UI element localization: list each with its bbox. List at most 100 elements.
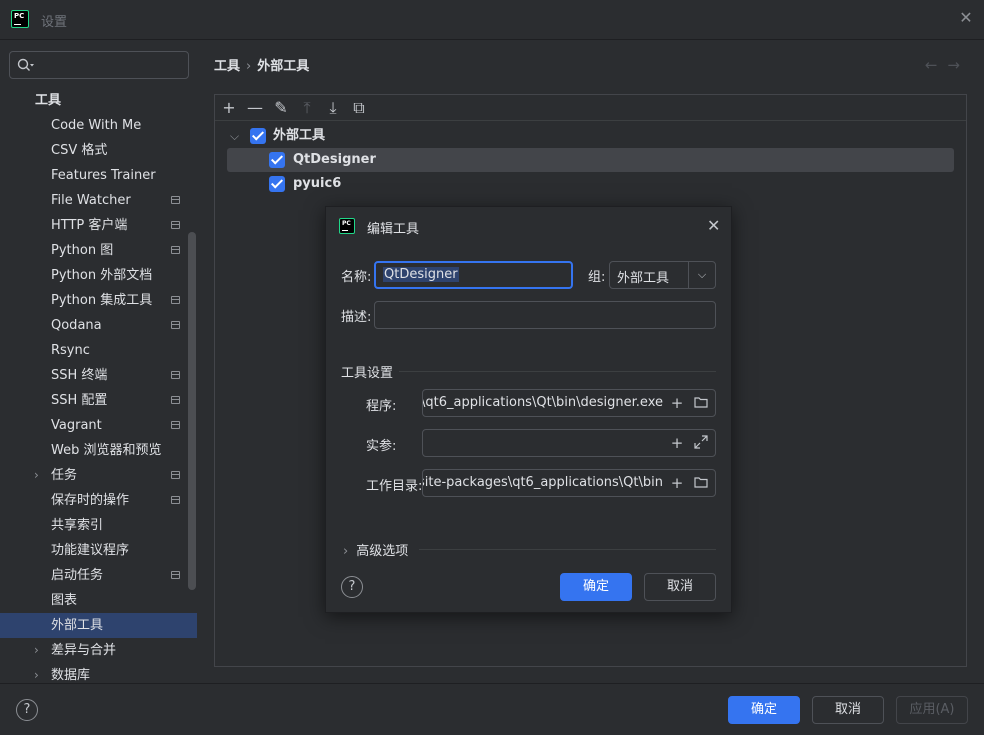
sidebar-item-label: Python 外部文档 bbox=[51, 268, 153, 283]
sidebar-item-label: 共享索引 bbox=[51, 518, 104, 533]
sidebar-item[interactable]: HTTP 客户端 bbox=[0, 213, 197, 238]
move-up-button[interactable]: ⤒ bbox=[297, 98, 317, 118]
chevron-right-icon[interactable]: › bbox=[34, 638, 39, 663]
chevron-right-icon: › bbox=[343, 544, 349, 559]
sidebar-item[interactable]: 功能建议程序 bbox=[0, 538, 197, 563]
insert-macro-icon[interactable]: + bbox=[669, 395, 685, 411]
browse-folder-icon[interactable] bbox=[693, 395, 709, 411]
tree-group-row[interactable]: ⌵ 外部工具 bbox=[215, 124, 515, 148]
chevron-down-icon[interactable]: ⌵ bbox=[694, 267, 710, 283]
sidebar-item-label: Rsync bbox=[51, 343, 90, 358]
sidebar-item[interactable]: SSH 终端 bbox=[0, 363, 197, 388]
pyuic6-checkbox[interactable] bbox=[269, 176, 285, 192]
edit-tool-dialog: PC 编辑工具 ✕ 名称: QtDesigner 组: 外部工具 ⌵ 描述: 工… bbox=[325, 206, 732, 613]
add-tool-button[interactable]: + bbox=[219, 98, 239, 118]
sidebar-item[interactable]: Web 浏览器和预览 bbox=[0, 438, 197, 463]
sidebar-item[interactable]: 启动任务 bbox=[0, 563, 197, 588]
cancel-button[interactable]: 取消 bbox=[812, 696, 884, 724]
title-bar: PC 设置 ✕ bbox=[0, 0, 984, 40]
dialog-ok-button[interactable]: 确定 bbox=[560, 573, 632, 601]
sidebar-item[interactable]: Python 外部文档 bbox=[0, 263, 197, 288]
description-label: 描述: bbox=[341, 310, 372, 325]
sidebar-item-label: SSH 终端 bbox=[51, 368, 108, 383]
sidebar-item[interactable]: Features Trainer bbox=[0, 163, 197, 188]
advanced-divider bbox=[419, 549, 716, 550]
window-close-icon[interactable]: ✕ bbox=[959, 10, 973, 26]
group-combobox[interactable]: 外部工具 ⌵ bbox=[609, 261, 716, 289]
sidebar-item-label: Code With Me bbox=[51, 118, 142, 133]
group-label: 组: bbox=[588, 270, 606, 285]
sidebar-item[interactable]: Qodana bbox=[0, 313, 197, 338]
workdir-input-clip: ɔ\site-packages\qt6_applications\Qt\bin bbox=[423, 470, 665, 496]
project-level-icon bbox=[171, 396, 180, 404]
sidebar-item[interactable]: Python 图 bbox=[0, 238, 197, 263]
program-input[interactable]: es\qt6_applications\Qt\bin\designer.exe … bbox=[422, 389, 716, 417]
forward-arrow-icon[interactable]: → bbox=[947, 56, 970, 74]
dialog-close-icon[interactable]: ✕ bbox=[707, 218, 721, 234]
sidebar-item[interactable]: Python 集成工具 bbox=[0, 288, 197, 313]
insert-macro-icon[interactable]: + bbox=[669, 435, 685, 451]
sidebar-item[interactable]: Rsync bbox=[0, 338, 197, 363]
sidebar-item[interactable]: 图表 bbox=[0, 588, 197, 613]
description-input[interactable] bbox=[374, 301, 716, 329]
sidebar-item-label: Vagrant bbox=[51, 418, 102, 433]
project-level-icon bbox=[171, 571, 180, 579]
sidebar-item[interactable]: 外部工具 bbox=[0, 613, 197, 638]
tree-item-qtdesigner[interactable]: QtDesigner bbox=[227, 148, 954, 172]
sidebar-scrollbar[interactable] bbox=[188, 232, 196, 590]
tree-group-label: 外部工具 bbox=[273, 128, 326, 143]
apply-button[interactable]: 应用(A) bbox=[896, 696, 968, 724]
advanced-options-toggle[interactable]: › 高级选项 bbox=[343, 540, 408, 559]
settings-footer: ? 确定 取消 应用(A) bbox=[0, 683, 984, 735]
name-input[interactable]: QtDesigner bbox=[374, 261, 573, 289]
breadcrumb-parent[interactable]: 工具 bbox=[214, 59, 240, 74]
group-checkbox[interactable] bbox=[250, 128, 266, 144]
project-level-icon bbox=[171, 321, 180, 329]
sidebar-item[interactable]: › 差异与合并 bbox=[0, 638, 197, 663]
sidebar-item-label: HTTP 客户端 bbox=[51, 218, 128, 233]
dialog-cancel-button[interactable]: 取消 bbox=[644, 573, 716, 601]
tool-settings-section-title: 工具设置 bbox=[341, 366, 394, 381]
copy-tool-button[interactable]: ⧉ bbox=[349, 98, 369, 118]
sidebar-item[interactable]: CSV 格式 bbox=[0, 138, 197, 163]
chevron-right-icon[interactable]: › bbox=[34, 463, 39, 488]
working-directory-label: 工作目录: bbox=[366, 479, 423, 494]
sidebar-tree: 工具 Code With Me CSV 格式 Features Trainer File… bbox=[0, 88, 197, 688]
sidebar-item[interactable]: Vagrant bbox=[0, 413, 197, 438]
working-directory-value: ɔ\site-packages\qt6_applications\Qt\bin bbox=[423, 475, 663, 490]
insert-macro-icon[interactable]: + bbox=[669, 475, 685, 491]
sidebar-item-label: 工具 bbox=[35, 93, 62, 108]
sidebar-item[interactable]: 共享索引 bbox=[0, 513, 197, 538]
sidebar-item[interactable]: SSH 配置 bbox=[0, 388, 197, 413]
remove-tool-button[interactable]: — bbox=[245, 98, 265, 118]
arguments-input[interactable]: + bbox=[422, 429, 716, 457]
help-icon[interactable]: ? bbox=[16, 699, 38, 721]
sidebar-item-label: CSV 格式 bbox=[51, 143, 108, 158]
sidebar-item[interactable]: File Watcher bbox=[0, 188, 197, 213]
sidebar-item[interactable]: › 任务 bbox=[0, 463, 197, 488]
expand-icon[interactable] bbox=[693, 435, 709, 451]
sidebar-item-label: Python 集成工具 bbox=[51, 293, 153, 308]
ok-button[interactable]: 确定 bbox=[728, 696, 800, 724]
pycharm-logo-icon: PC bbox=[11, 10, 29, 28]
breadcrumb-separator-icon: › bbox=[246, 59, 252, 74]
tree-item-pyuic6[interactable]: pyuic6 bbox=[227, 172, 527, 196]
combo-separator bbox=[688, 262, 689, 288]
dialog-help-icon[interactable]: ? bbox=[341, 576, 363, 598]
working-directory-input[interactable]: ɔ\site-packages\qt6_applications\Qt\bin … bbox=[422, 469, 716, 497]
sidebar-item[interactable]: 保存时的操作 bbox=[0, 488, 197, 513]
chevron-down-icon[interactable]: ⌵ bbox=[230, 124, 239, 148]
sidebar-item[interactable]: 工具 bbox=[0, 88, 197, 113]
settings-search-input[interactable] bbox=[9, 51, 189, 79]
sidebar-item-label: 任务 bbox=[51, 468, 78, 483]
project-level-icon bbox=[171, 296, 180, 304]
edit-tool-button[interactable]: ✎ bbox=[271, 98, 291, 118]
qtdesigner-checkbox[interactable] bbox=[269, 152, 285, 168]
browse-folder-icon[interactable] bbox=[693, 475, 709, 491]
move-down-button[interactable]: ⤓ bbox=[323, 98, 343, 118]
search-icon bbox=[17, 58, 34, 71]
sidebar-item-label: 图表 bbox=[51, 593, 78, 608]
sidebar-item-label: Web 浏览器和预览 bbox=[51, 443, 162, 458]
sidebar-item[interactable]: Code With Me bbox=[0, 113, 197, 138]
back-arrow-icon[interactable]: ← bbox=[925, 56, 948, 74]
